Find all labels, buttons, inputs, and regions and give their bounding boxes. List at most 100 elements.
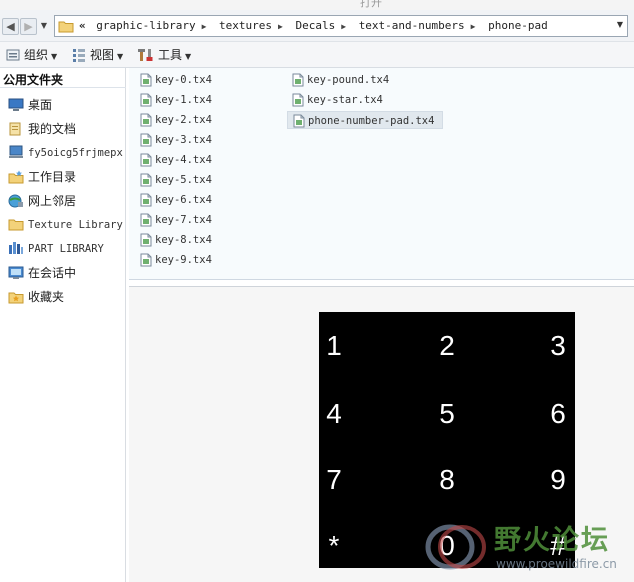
tools-icon	[138, 49, 153, 61]
view-icon	[73, 49, 85, 62]
texture-file-icon	[292, 93, 304, 107]
sidebar-item-label: 收藏夹	[28, 290, 65, 304]
sidebar-item-label: 桌面	[28, 98, 53, 112]
folder-icon	[8, 219, 24, 231]
file-item[interactable]: key-1.tx4	[135, 91, 212, 109]
view-label: 视图	[90, 48, 115, 62]
file-item[interactable]: key-pound.tx4	[287, 71, 389, 89]
file-name: key-4.tx4	[155, 154, 212, 166]
breadcrumb: « graphic-library ▶ textures ▶ Decals ▶ tex…	[79, 16, 548, 36]
file-name: key-8.tx4	[155, 234, 212, 246]
watermark-text: 野火论坛	[494, 525, 610, 556]
history-dropdown-button[interactable]: ▼	[38, 18, 50, 35]
file-name: key-star.tx4	[307, 94, 383, 106]
tools-menu-button[interactable]: 工具 ▼	[138, 46, 191, 64]
texture-file-icon	[293, 114, 305, 128]
organize-menu-button[interactable]: 组织 ▼	[6, 46, 57, 64]
chevron-down-icon: ▼	[117, 52, 124, 61]
address-input[interactable]: « graphic-library ▶ textures ▶ Decals ▶ tex…	[54, 15, 628, 37]
desktop-icon	[8, 98, 24, 111]
back-arrow-icon: ◀	[6, 20, 15, 33]
texture-file-icon	[140, 113, 152, 127]
sidebar-item-label: 工作目录	[28, 170, 77, 184]
keypad-key: 3	[550, 330, 566, 361]
sidebar-item-part-library[interactable]: PART LIBRARY	[8, 240, 104, 258]
file-name: key-5.tx4	[155, 174, 212, 186]
window-titlebar: 打开	[0, 0, 634, 10]
address-bar: ◀ ▶ ▼ « graphic-library ▶ textures ▶ Decal…	[0, 10, 634, 42]
file-item[interactable]: key-6.tx4	[135, 191, 212, 209]
forward-arrow-icon: ▶	[24, 20, 33, 33]
back-button[interactable]: ◀	[2, 18, 19, 35]
file-item[interactable]: key-2.tx4	[135, 111, 212, 129]
breadcrumb-item[interactable]: graphic-library	[96, 19, 195, 32]
file-name: key-pound.tx4	[307, 74, 390, 86]
documents-icon	[9, 122, 21, 136]
file-name: key-1.tx4	[155, 94, 212, 106]
file-item[interactable]: key-8.tx4	[135, 231, 212, 249]
file-name: phone-number-pad.tx4	[308, 115, 435, 127]
chevron-down-icon: ▼	[40, 21, 48, 30]
file-item[interactable]: key-star.tx4	[287, 91, 383, 109]
address-dropdown-icon[interactable]: ▼	[617, 20, 623, 29]
sidebar-item-label: 我的文档	[28, 122, 77, 136]
file-item[interactable]: phone-number-pad.tx4	[287, 111, 444, 129]
sidebar-item-documents[interactable]: 我的文档	[8, 120, 76, 138]
breadcrumb-separator-icon[interactable]: ▶	[341, 22, 346, 31]
sidebar-item-network[interactable]: 网上邻居	[8, 192, 76, 210]
file-item[interactable]: key-9.tx4	[135, 251, 212, 269]
keypad-key: 6	[550, 398, 566, 429]
texture-file-icon	[140, 213, 152, 227]
breadcrumb-overflow[interactable]: «	[79, 19, 86, 32]
sidebar-item-favorites[interactable]: 收藏夹	[8, 288, 64, 306]
chevron-down-icon: ▼	[51, 52, 58, 61]
file-name: key-2.tx4	[155, 114, 212, 126]
organize-label: 组织	[24, 48, 49, 62]
keypad-key: 1	[326, 330, 342, 361]
watermark: 野火论坛 www.proewildfire.cn	[424, 516, 630, 578]
texture-file-icon	[292, 73, 304, 87]
sidebar-item-session[interactable]: 在会话中	[8, 264, 76, 282]
computer-icon	[9, 145, 23, 158]
library-icon	[9, 242, 23, 254]
sidebar-divider	[0, 87, 126, 88]
file-item[interactable]: key-7.tx4	[135, 211, 212, 229]
sidebar-item-label: PART LIBRARY	[28, 243, 104, 255]
toolbar: 组织 ▼ 视图 ▼ 工具 ▼	[0, 42, 634, 68]
file-item[interactable]: key-0.tx4	[135, 71, 212, 89]
breadcrumb-separator-icon[interactable]: ▶	[202, 22, 207, 31]
texture-file-icon	[140, 193, 152, 207]
view-menu-button[interactable]: 视图 ▼	[72, 46, 123, 64]
texture-file-icon	[140, 133, 152, 147]
file-name: key-3.tx4	[155, 134, 212, 146]
breadcrumb-item[interactable]: textures	[219, 19, 272, 32]
sidebar-item-working-dir[interactable]: 工作目录	[8, 168, 76, 186]
texture-file-icon	[140, 93, 152, 107]
working-dir-icon	[8, 170, 24, 184]
keypad-key: 9	[550, 464, 566, 495]
chevron-down-icon: ▼	[185, 52, 192, 61]
file-name: key-9.tx4	[155, 254, 212, 266]
favorites-icon	[8, 292, 24, 304]
sidebar-item-desktop[interactable]: 桌面	[8, 96, 52, 114]
file-item[interactable]: key-3.tx4	[135, 131, 212, 149]
sidebar-item-texture-library[interactable]: Texture Library	[8, 216, 123, 234]
file-item[interactable]: key-4.tx4	[135, 151, 212, 169]
keypad-key: 5	[439, 398, 455, 429]
breadcrumb-item[interactable]: phone-pad	[488, 19, 548, 32]
texture-file-icon	[140, 253, 152, 267]
breadcrumb-item[interactable]: text-and-numbers	[359, 19, 465, 32]
file-item[interactable]: key-5.tx4	[135, 171, 212, 189]
watermark-logo-icon	[425, 524, 486, 570]
forward-button[interactable]: ▶	[20, 18, 37, 35]
tools-label: 工具	[158, 48, 183, 62]
keypad-key: 8	[439, 464, 455, 495]
sidebar-item-computer[interactable]: fy5oicg5frjmepx	[8, 144, 123, 162]
sidebar-item-label: fy5oicg5frjmepx	[28, 147, 123, 159]
breadcrumb-separator-icon[interactable]: ▶	[471, 22, 476, 31]
keypad-key: 2	[439, 330, 455, 361]
breadcrumb-separator-icon[interactable]: ▶	[278, 22, 283, 31]
keypad-key: 7	[326, 464, 342, 495]
breadcrumb-item[interactable]: Decals	[295, 19, 335, 32]
sidebar-item-label: 网上邻居	[28, 194, 77, 208]
